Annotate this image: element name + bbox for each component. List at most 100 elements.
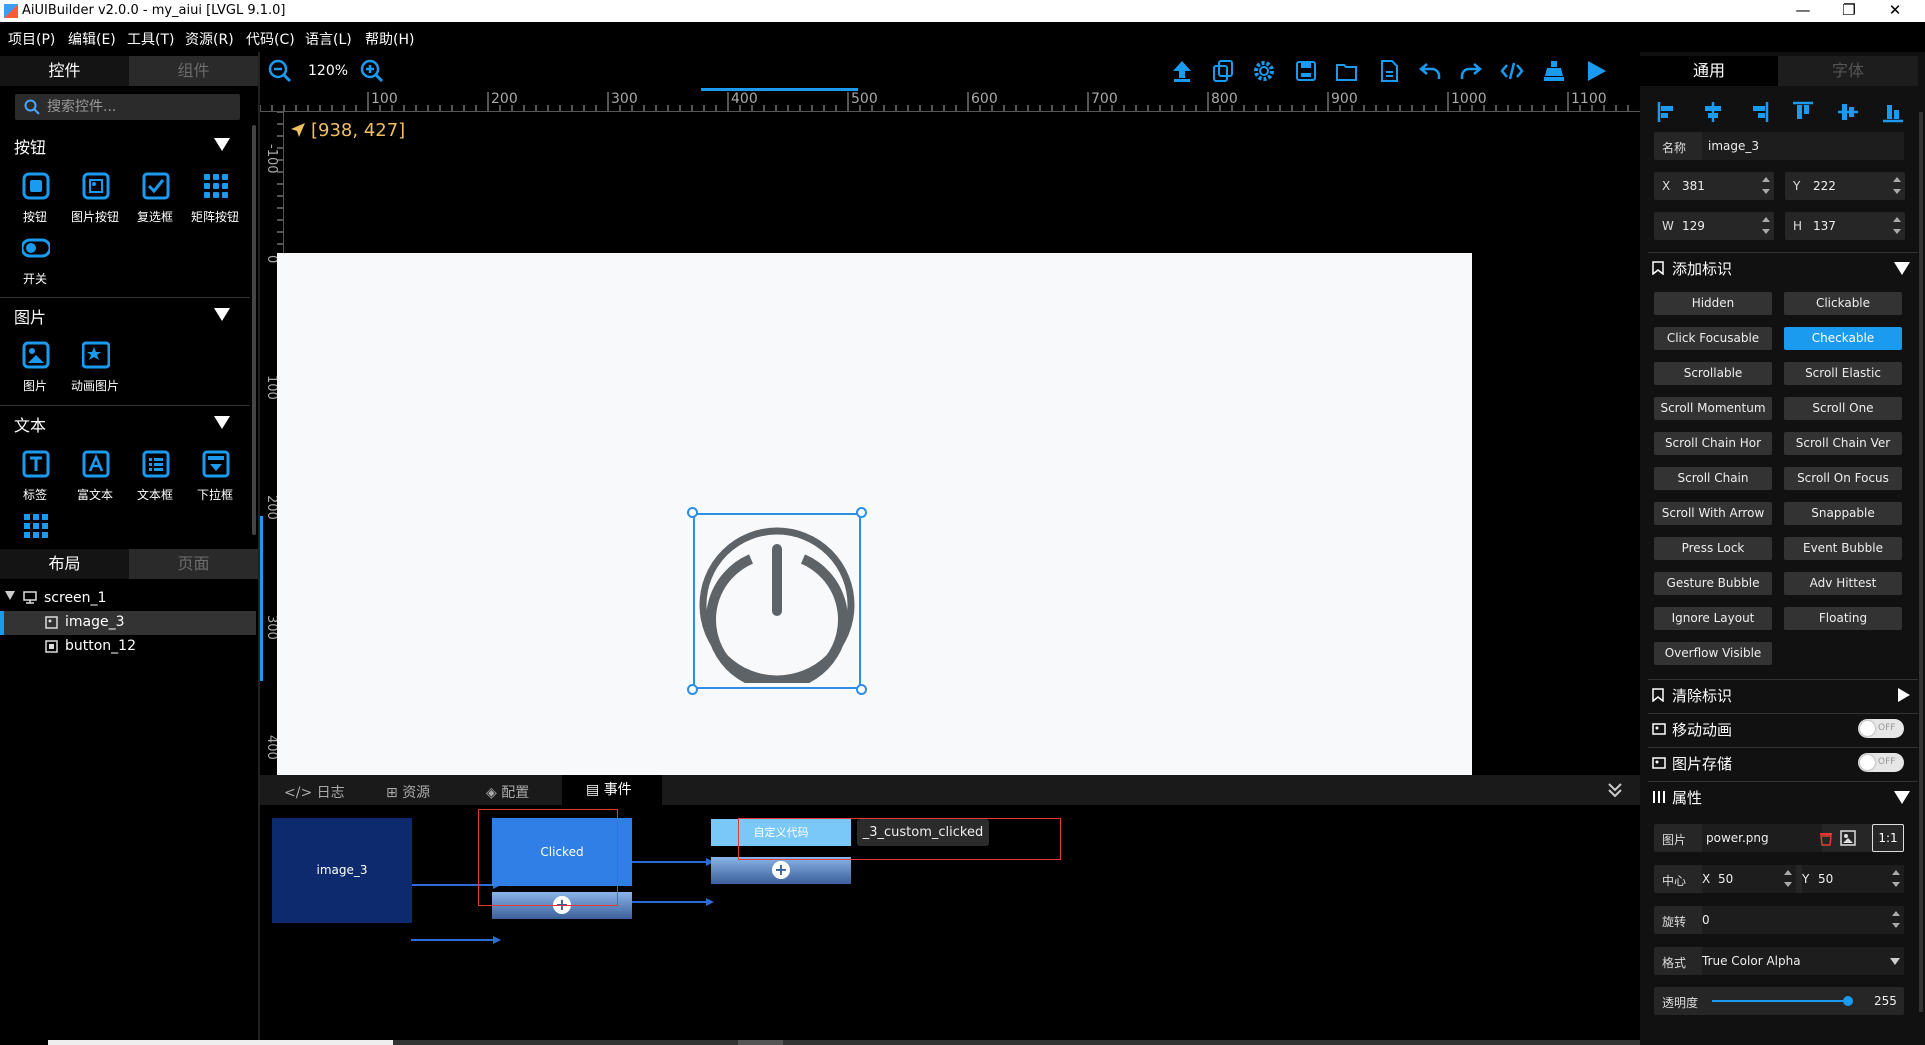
folder-open-icon[interactable] <box>1335 59 1359 83</box>
event-node-image[interactable]: image_3 <box>272 818 412 923</box>
play-icon[interactable] <box>1584 59 1608 83</box>
flag-scroll-on-focus[interactable]: Scroll On Focus <box>1784 467 1902 490</box>
format-select[interactable]: True Color Alpha <box>1702 947 1904 975</box>
tab-events[interactable]: ▤ 事件 <box>562 775 662 805</box>
menu-code[interactable]: 代码(C) <box>246 29 295 49</box>
collapse-icon[interactable] <box>214 138 230 151</box>
widget-button[interactable]: 按钮 <box>5 172 65 232</box>
flag-scroll-chain[interactable]: Scroll Chain <box>1654 467 1772 490</box>
flag-scrollable[interactable]: Scrollable <box>1654 362 1772 385</box>
align-bottom-icon[interactable] <box>1881 100 1905 124</box>
tab-layout[interactable]: 布局 <box>0 549 129 579</box>
image-picker-icon[interactable] <box>1840 830 1856 846</box>
flag-hidden[interactable]: Hidden <box>1654 292 1772 315</box>
tab-page[interactable]: 页面 <box>129 549 258 579</box>
left-scrollbar[interactable] <box>252 125 256 535</box>
resize-handle[interactable] <box>687 507 698 518</box>
flag-ignore-layout[interactable]: Ignore Layout <box>1654 607 1772 630</box>
copy-icon[interactable] <box>1211 59 1235 83</box>
flag-overflow-visible[interactable]: Overflow Visible <box>1654 642 1772 665</box>
tab-resources[interactable]: ⊞ 资源 <box>386 782 430 802</box>
flag-click-focusable[interactable]: Click Focusable <box>1654 327 1772 350</box>
center-x-input[interactable]: X 50 <box>1702 865 1796 893</box>
align-top-icon[interactable] <box>1791 100 1815 124</box>
collapse-icon[interactable] <box>1894 791 1910 804</box>
flag-gesture-bubble[interactable]: Gesture Bubble <box>1654 572 1772 595</box>
flag-snappable[interactable]: Snappable <box>1784 502 1902 525</box>
flag-checkable[interactable]: Checkable <box>1784 327 1902 350</box>
name-input[interactable]: image_3 <box>1702 132 1904 160</box>
tab-config[interactable]: ◈ 配置 <box>486 782 529 802</box>
menu-edit[interactable]: 编辑(E) <box>68 29 116 49</box>
widget-image[interactable]: 图片 <box>5 341 65 401</box>
aspect-ratio-button[interactable]: 1:1 <box>1872 824 1904 852</box>
minimize-button[interactable]: — <box>1780 0 1826 22</box>
spinner-icon[interactable] <box>1762 174 1770 198</box>
code-icon[interactable] <box>1500 59 1524 83</box>
section-clear-flags[interactable]: 清除标识 <box>1648 679 1918 709</box>
zoom-out-icon[interactable] <box>268 59 292 83</box>
flag-press-lock[interactable]: Press Lock <box>1654 537 1772 560</box>
menu-language[interactable]: 语言(L) <box>305 29 352 49</box>
flag-scroll-elastic[interactable]: Scroll Elastic <box>1784 362 1902 385</box>
image-input[interactable]: power.png <box>1702 824 1822 852</box>
align-left-icon[interactable] <box>1656 100 1680 124</box>
tree-item-screen[interactable]: screen_1 <box>0 587 258 611</box>
tab-general[interactable]: 通用 <box>1640 56 1778 86</box>
widget-label-text[interactable]: 标签 <box>5 450 65 510</box>
image-storage-toggle[interactable]: OFF <box>1858 753 1904 772</box>
section-buttons[interactable]: 按钮 <box>0 128 250 160</box>
horizontal-scrollbar[interactable] <box>393 1040 1640 1045</box>
rotate-input[interactable]: 0 <box>1702 906 1904 934</box>
resize-handle[interactable] <box>856 507 867 518</box>
tab-controls[interactable]: 控件 <box>0 56 129 86</box>
flag-scroll-one[interactable]: Scroll One <box>1784 397 1902 420</box>
flag-adv-hittest[interactable]: Adv Hittest <box>1784 572 1902 595</box>
redo-icon[interactable] <box>1459 59 1483 83</box>
right-scrollbar[interactable] <box>1919 112 1923 1012</box>
align-right-icon[interactable] <box>1746 100 1770 124</box>
opacity-slider[interactable] <box>1712 996 1853 1006</box>
tab-font[interactable]: 字体 <box>1778 56 1918 86</box>
menu-resources[interactable]: 资源(R) <box>185 29 234 49</box>
zoom-in-icon[interactable] <box>360 59 384 83</box>
collapse-icon[interactable] <box>214 308 230 321</box>
align-center-h-icon[interactable] <box>1701 100 1725 124</box>
flag-scroll-chain-ver[interactable]: Scroll Chain Ver <box>1784 432 1902 455</box>
spinner-icon[interactable] <box>1893 174 1901 198</box>
flag-floating[interactable]: Floating <box>1784 607 1902 630</box>
widget-checkbox[interactable]: 复选框 <box>125 172 185 232</box>
section-text[interactable]: 文本 <box>0 406 250 438</box>
align-center-v-icon[interactable] <box>1836 100 1860 124</box>
trash-icon[interactable] <box>1819 831 1833 846</box>
collapse-icon[interactable] <box>1894 262 1910 275</box>
widget-switch[interactable]: 开关 <box>5 234 65 294</box>
tree-item-button-12[interactable]: button_12 <box>0 635 258 659</box>
opacity-slider-knob[interactable] <box>1842 996 1853 1006</box>
save-icon[interactable] <box>1294 59 1318 83</box>
widget-table[interactable] <box>5 512 65 540</box>
section-add-flags[interactable]: 添加标识 <box>1648 252 1918 282</box>
widget-anim-image[interactable]: 动画图片 <box>65 341 125 401</box>
widget-image-button[interactable]: 图片按钮 <box>65 172 125 232</box>
tab-components[interactable]: 组件 <box>129 56 258 86</box>
spinner-icon[interactable] <box>1893 214 1901 238</box>
widget-button-matrix[interactable]: 矩阵按钮 <box>185 172 245 232</box>
menu-tools[interactable]: 工具(T) <box>127 29 174 49</box>
undo-icon[interactable] <box>1418 59 1442 83</box>
selected-image-3[interactable] <box>693 513 861 689</box>
spinner-icon[interactable] <box>1784 867 1792 891</box>
scrollbar-thumb[interactable] <box>738 1040 783 1045</box>
tab-log[interactable]: </> 日志 <box>284 782 345 802</box>
x-field[interactable]: X 381 <box>1654 172 1774 200</box>
restore-button[interactable]: ❐ <box>1826 0 1872 22</box>
widget-dropdown[interactable]: 下拉框 <box>185 450 245 510</box>
h-field[interactable]: H 137 <box>1785 212 1905 240</box>
flag-scroll-with-arrow[interactable]: Scroll With Arrow <box>1654 502 1772 525</box>
collapse-icon[interactable] <box>214 416 230 429</box>
flag-event-bubble[interactable]: Event Bubble <box>1784 537 1902 560</box>
menu-help[interactable]: 帮助(H) <box>365 29 414 49</box>
move-animation-toggle[interactable]: OFF <box>1858 719 1904 738</box>
expand-icon[interactable] <box>1898 688 1910 702</box>
y-field[interactable]: Y 222 <box>1785 172 1905 200</box>
